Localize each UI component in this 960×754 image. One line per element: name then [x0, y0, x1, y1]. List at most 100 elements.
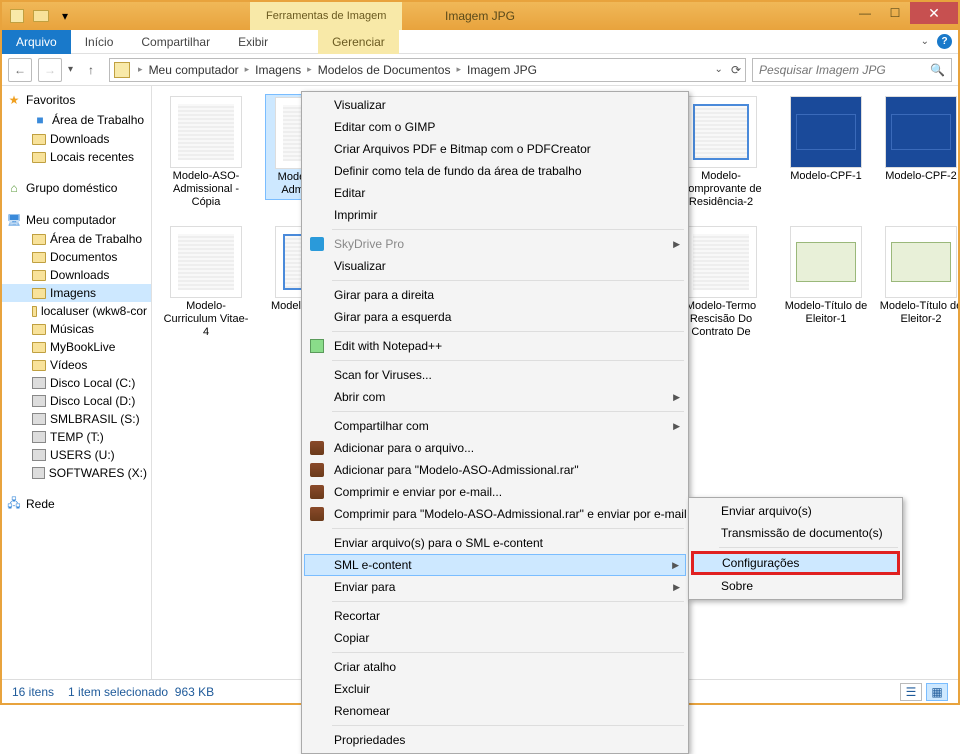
tree-item[interactable]: Vídeos: [2, 356, 151, 374]
context-menu-item[interactable]: Girar para a esquerda: [304, 306, 686, 328]
nav-up-button[interactable]: ↑: [79, 58, 103, 82]
tree-item[interactable]: SOFTWARES (X:): [2, 464, 151, 482]
submenu-item[interactable]: Transmissão de documento(s): [691, 522, 900, 544]
tree-homegroup[interactable]: ⌂Grupo doméstico: [2, 178, 151, 198]
context-menu-item[interactable]: Abrir com▶: [304, 386, 686, 408]
search-box[interactable]: 🔍: [752, 58, 952, 82]
tree-label: Rede: [26, 497, 55, 511]
nav-history-dropdown[interactable]: ▾: [68, 64, 73, 75]
refresh-button[interactable]: ⟳: [731, 63, 741, 77]
context-menu-item[interactable]: Adicionar para o arquivo...: [304, 437, 686, 459]
file-thumbnail: [790, 96, 862, 168]
tree-favorites[interactable]: ★Favoritos: [2, 90, 151, 110]
tree-item[interactable]: localuser (wkw8-cor: [2, 302, 151, 320]
context-menu-item[interactable]: Imprimir: [304, 204, 686, 226]
minimize-button[interactable]: —: [850, 2, 880, 24]
ribbon-tab-file[interactable]: Arquivo: [2, 30, 71, 54]
address-bar[interactable]: ▸ Meu computador ▸ Imagens ▸ Modelos de …: [109, 58, 746, 82]
tree-item[interactable]: Área de Trabalho: [2, 230, 151, 248]
crumb-sep-icon[interactable]: ▸: [303, 64, 316, 75]
context-menu-item[interactable]: SkyDrive Pro▶: [304, 233, 686, 255]
context-menu-item[interactable]: Criar Arquivos PDF e Bitmap com o PDFCre…: [304, 138, 686, 160]
context-menu-item[interactable]: Editar: [304, 182, 686, 204]
tree-item[interactable]: TEMP (T:): [2, 428, 151, 446]
nav-forward-button[interactable]: →: [38, 58, 62, 82]
qat-dropdown[interactable]: ▾: [54, 5, 76, 27]
context-menu-item[interactable]: Enviar para▶: [304, 576, 686, 598]
ribbon-expand-icon[interactable]: ⌄: [921, 36, 929, 47]
context-menu-item[interactable]: Definir como tela de fundo da área de tr…: [304, 160, 686, 182]
qat-new-folder[interactable]: [30, 5, 52, 27]
context-menu-item[interactable]: Enviar arquivo(s) para o SML e-content: [304, 532, 686, 554]
search-input[interactable]: [759, 63, 930, 77]
ribbon-tabs: Arquivo Início Compartilhar Exibir Geren…: [2, 30, 958, 54]
addr-dropdown-icon[interactable]: ⌄: [715, 64, 723, 75]
ribbon-tab-manage[interactable]: Gerenciar: [318, 30, 399, 54]
tree-item[interactable]: USERS (U:): [2, 446, 151, 464]
context-menu-item[interactable]: Comprimir para "Modelo-ASO-Admissional.r…: [304, 503, 686, 525]
tree-label: Disco Local (C:): [50, 376, 135, 390]
context-menu-item[interactable]: Compartilhar com▶: [304, 415, 686, 437]
star-icon: ★: [6, 92, 22, 108]
crumb-sep-icon[interactable]: ▸: [241, 64, 254, 75]
file-item[interactable]: Modelo-Título de Eleitor-2: [875, 224, 958, 328]
ribbon-tab-view[interactable]: Exibir: [224, 30, 282, 54]
tree-desktop[interactable]: ■Área de Trabalho: [2, 110, 151, 130]
crumb-sep-icon[interactable]: ▸: [134, 64, 147, 75]
file-item[interactable]: Modelo-CPF-1: [780, 94, 872, 185]
crumb-computer[interactable]: Meu computador: [147, 63, 241, 77]
file-item[interactable]: Modelo-Título de Eleitor-1: [780, 224, 872, 328]
context-menu-item[interactable]: Copiar: [304, 627, 686, 649]
titlebar: ▾ Ferramentas de Imagem Imagem JPG — ☐ ✕: [2, 2, 958, 30]
crumb-models[interactable]: Modelos de Documentos: [316, 63, 453, 77]
tree-item[interactable]: Documentos: [2, 248, 151, 266]
folder-icon: [32, 342, 46, 353]
tree-item[interactable]: Disco Local (D:): [2, 392, 151, 410]
context-menu-item[interactable]: Propriedades: [304, 729, 686, 751]
file-item[interactable]: Modelo-Curriculum Vitae-4: [160, 224, 252, 341]
tree-item[interactable]: Disco Local (C:): [2, 374, 151, 392]
view-thumbnails-button[interactable]: ▦: [926, 683, 948, 701]
context-menu-item[interactable]: Editar com o GIMP: [304, 116, 686, 138]
tree-item[interactable]: Downloads: [2, 266, 151, 284]
submenu-item[interactable]: Configurações: [691, 551, 900, 575]
context-menu-item[interactable]: Adicionar para "Modelo-ASO-Admissional.r…: [304, 459, 686, 481]
tree-label: localuser (wkw8-cor: [41, 304, 147, 318]
ribbon-tab-share[interactable]: Compartilhar: [127, 30, 224, 54]
tree-network[interactable]: 🖧Rede: [2, 494, 151, 514]
qat-properties[interactable]: [6, 5, 28, 27]
view-details-button[interactable]: ☰: [900, 683, 922, 701]
submenu-item[interactable]: Sobre: [691, 575, 900, 597]
file-item[interactable]: Modelo-CPF-2: [875, 94, 958, 185]
context-menu-item[interactable]: Criar atalho: [304, 656, 686, 678]
context-menu-item[interactable]: Visualizar: [304, 255, 686, 277]
context-menu-item[interactable]: Comprimir e enviar por e-mail...: [304, 481, 686, 503]
tree-item[interactable]: Músicas: [2, 320, 151, 338]
context-menu-item[interactable]: Recortar: [304, 605, 686, 627]
nav-back-button[interactable]: ←: [8, 58, 32, 82]
crumb-jpg[interactable]: Imagem JPG: [465, 63, 539, 77]
context-menu-item[interactable]: Visualizar: [304, 94, 686, 116]
submenu-item[interactable]: Enviar arquivo(s): [691, 500, 900, 522]
crumb-sep-icon[interactable]: ▸: [452, 64, 465, 75]
tree-item[interactable]: SMLBRASIL (S:): [2, 410, 151, 428]
context-menu-item[interactable]: SML e-content▶: [304, 554, 686, 576]
tree-computer[interactable]: 🖥Meu computador: [2, 210, 151, 230]
context-menu-item[interactable]: Renomear: [304, 700, 686, 722]
close-button[interactable]: ✕: [910, 2, 958, 24]
crumb-pictures[interactable]: Imagens: [253, 63, 303, 77]
file-item[interactable]: Modelo-ASO-Admissional - Cópia: [160, 94, 252, 211]
context-menu-item[interactable]: Excluir: [304, 678, 686, 700]
tree-item[interactable]: MyBookLive: [2, 338, 151, 356]
tree-recent[interactable]: Locais recentes: [2, 148, 151, 166]
search-icon[interactable]: 🔍: [930, 63, 945, 77]
ribbon-tab-home[interactable]: Início: [71, 30, 128, 54]
tree-item[interactable]: Imagens: [2, 284, 151, 302]
context-menu-item[interactable]: Scan for Viruses...: [304, 364, 686, 386]
tree-downloads[interactable]: Downloads: [2, 130, 151, 148]
maximize-button[interactable]: ☐: [880, 2, 910, 24]
context-menu-item[interactable]: Edit with Notepad++: [304, 335, 686, 357]
context-menu-item[interactable]: Girar para a direita: [304, 284, 686, 306]
help-icon[interactable]: ?: [937, 34, 952, 49]
context-submenu: Enviar arquivo(s)Transmissão de document…: [688, 497, 903, 600]
